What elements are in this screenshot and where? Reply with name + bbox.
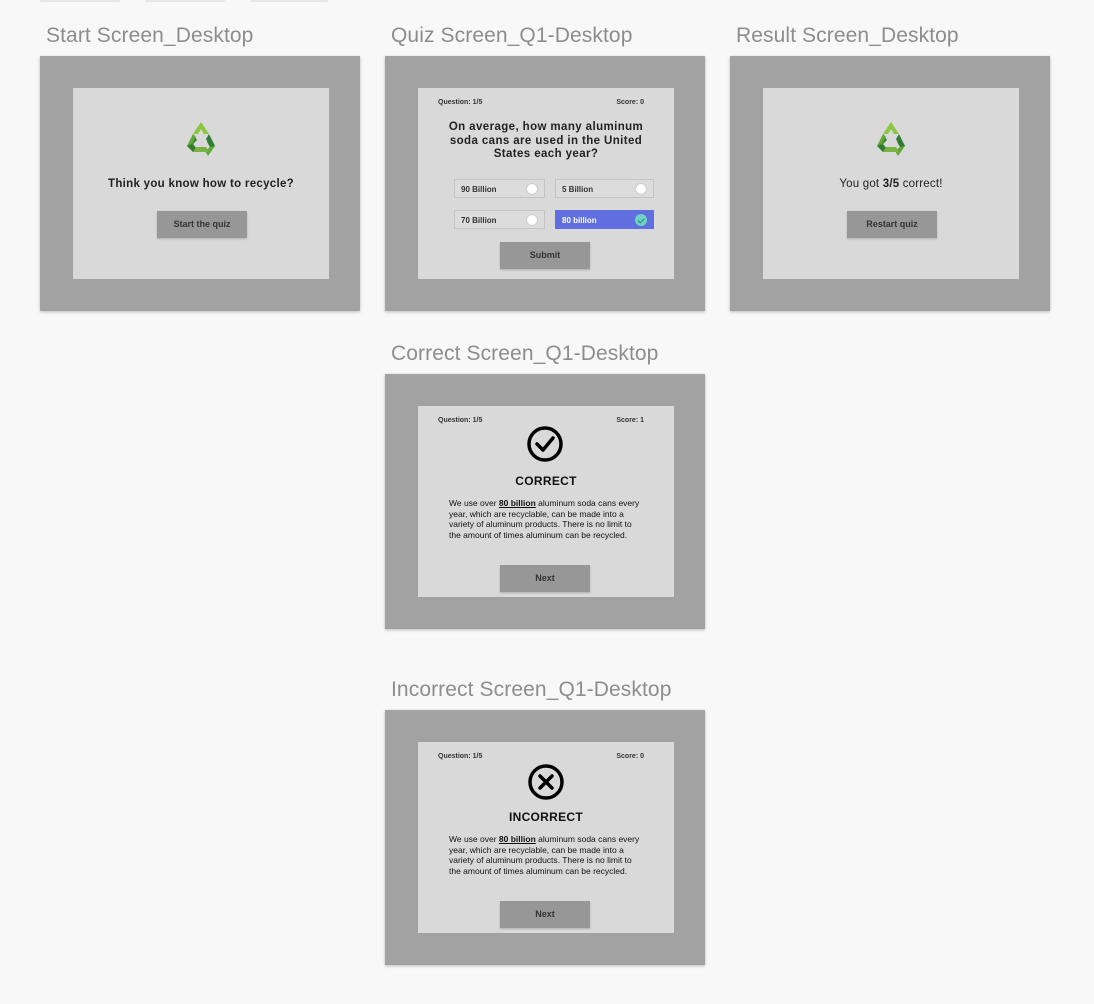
radio-button[interactable] bbox=[526, 183, 538, 195]
artboard-tab bbox=[40, 0, 120, 2]
next-button[interactable]: Next bbox=[500, 565, 590, 592]
radio-button[interactable] bbox=[635, 183, 647, 195]
artboard-title-result[interactable]: Result Screen_Desktop bbox=[736, 24, 959, 48]
explain-highlight: 80 billion bbox=[498, 498, 536, 508]
result-score: 3/5 bbox=[882, 178, 900, 190]
option-label: 70 Billion bbox=[461, 216, 497, 225]
score-label: Score: 1 bbox=[616, 417, 644, 424]
artboard-title-correct[interactable]: Correct Screen_Q1-Desktop bbox=[391, 342, 658, 366]
explain-before: We use over bbox=[449, 498, 499, 508]
option-70-billion[interactable]: 70 Billion bbox=[454, 210, 545, 229]
explain-highlight: 80 billion bbox=[498, 834, 536, 844]
start-card: Think you know how to recycle? Start the… bbox=[73, 88, 329, 279]
start-screen-frame: Think you know how to recycle? Start the… bbox=[40, 56, 360, 311]
option-label: 90 Billion bbox=[461, 185, 497, 194]
incorrect-explanation: We use over 80 billion aluminum soda can… bbox=[449, 834, 645, 876]
option-80-billion[interactable]: 80 billion bbox=[555, 210, 654, 229]
check-circle-icon bbox=[527, 426, 563, 462]
radio-button-checked[interactable] bbox=[635, 214, 647, 226]
result-text-after: correct! bbox=[899, 178, 943, 190]
question-counter: Question: 1/5 bbox=[438, 753, 483, 760]
quiz-screen-frame: Question: 1/5 Score: 0 On average, how m… bbox=[385, 56, 705, 311]
correct-card: Question: 1/5 Score: 1 CORRECT We use ov… bbox=[418, 406, 674, 597]
artboard-title-quiz[interactable]: Quiz Screen_Q1-Desktop bbox=[391, 24, 632, 48]
correct-title: CORRECT bbox=[515, 474, 577, 488]
start-heading: Think you know how to recycle? bbox=[108, 178, 294, 190]
submit-button[interactable]: Submit bbox=[500, 242, 590, 269]
option-label: 80 billion bbox=[562, 216, 597, 225]
recycle-icon bbox=[187, 122, 215, 156]
x-circle-icon bbox=[528, 764, 564, 800]
quiz-card: Question: 1/5 Score: 0 On average, how m… bbox=[418, 88, 674, 279]
incorrect-card: Question: 1/5 Score: 0 INCORRECT We use … bbox=[418, 742, 674, 933]
correct-screen-frame: Question: 1/5 Score: 1 CORRECT We use ov… bbox=[385, 374, 705, 629]
question-counter: Question: 1/5 bbox=[438, 99, 483, 106]
artboard-title-start[interactable]: Start Screen_Desktop bbox=[46, 24, 253, 48]
artboard-tab bbox=[145, 0, 225, 2]
result-text-before: You got bbox=[839, 178, 883, 190]
option-90-billion[interactable]: 90 Billion bbox=[454, 179, 545, 198]
question-counter: Question: 1/5 bbox=[438, 417, 483, 424]
result-text: You got 3/5 correct! bbox=[763, 178, 1019, 190]
result-screen-frame: You got 3/5 correct! Restart quiz bbox=[730, 56, 1050, 311]
explain-before: We use over bbox=[449, 834, 499, 844]
score-label: Score: 0 bbox=[616, 99, 644, 106]
incorrect-title: INCORRECT bbox=[508, 810, 584, 824]
artboard-title-incorrect[interactable]: Incorrect Screen_Q1-Desktop bbox=[391, 678, 672, 702]
correct-explanation: We use over 80 billion aluminum soda can… bbox=[449, 498, 645, 540]
incorrect-screen-frame: Question: 1/5 Score: 0 INCORRECT We use … bbox=[385, 710, 705, 965]
option-label: 5 Billion bbox=[562, 185, 594, 194]
recycle-icon bbox=[877, 122, 905, 156]
artboard-tab bbox=[250, 0, 328, 2]
start-quiz-button[interactable]: Start the quiz bbox=[157, 211, 247, 238]
next-button[interactable]: Next bbox=[500, 901, 590, 928]
restart-quiz-button[interactable]: Restart quiz bbox=[847, 211, 937, 238]
score-label: Score: 0 bbox=[616, 753, 644, 760]
radio-button[interactable] bbox=[526, 214, 538, 226]
result-card: You got 3/5 correct! Restart quiz bbox=[763, 88, 1019, 279]
option-5-billion[interactable]: 5 Billion bbox=[555, 179, 654, 198]
question-text: On average, how many aluminum soda cans … bbox=[448, 121, 644, 160]
